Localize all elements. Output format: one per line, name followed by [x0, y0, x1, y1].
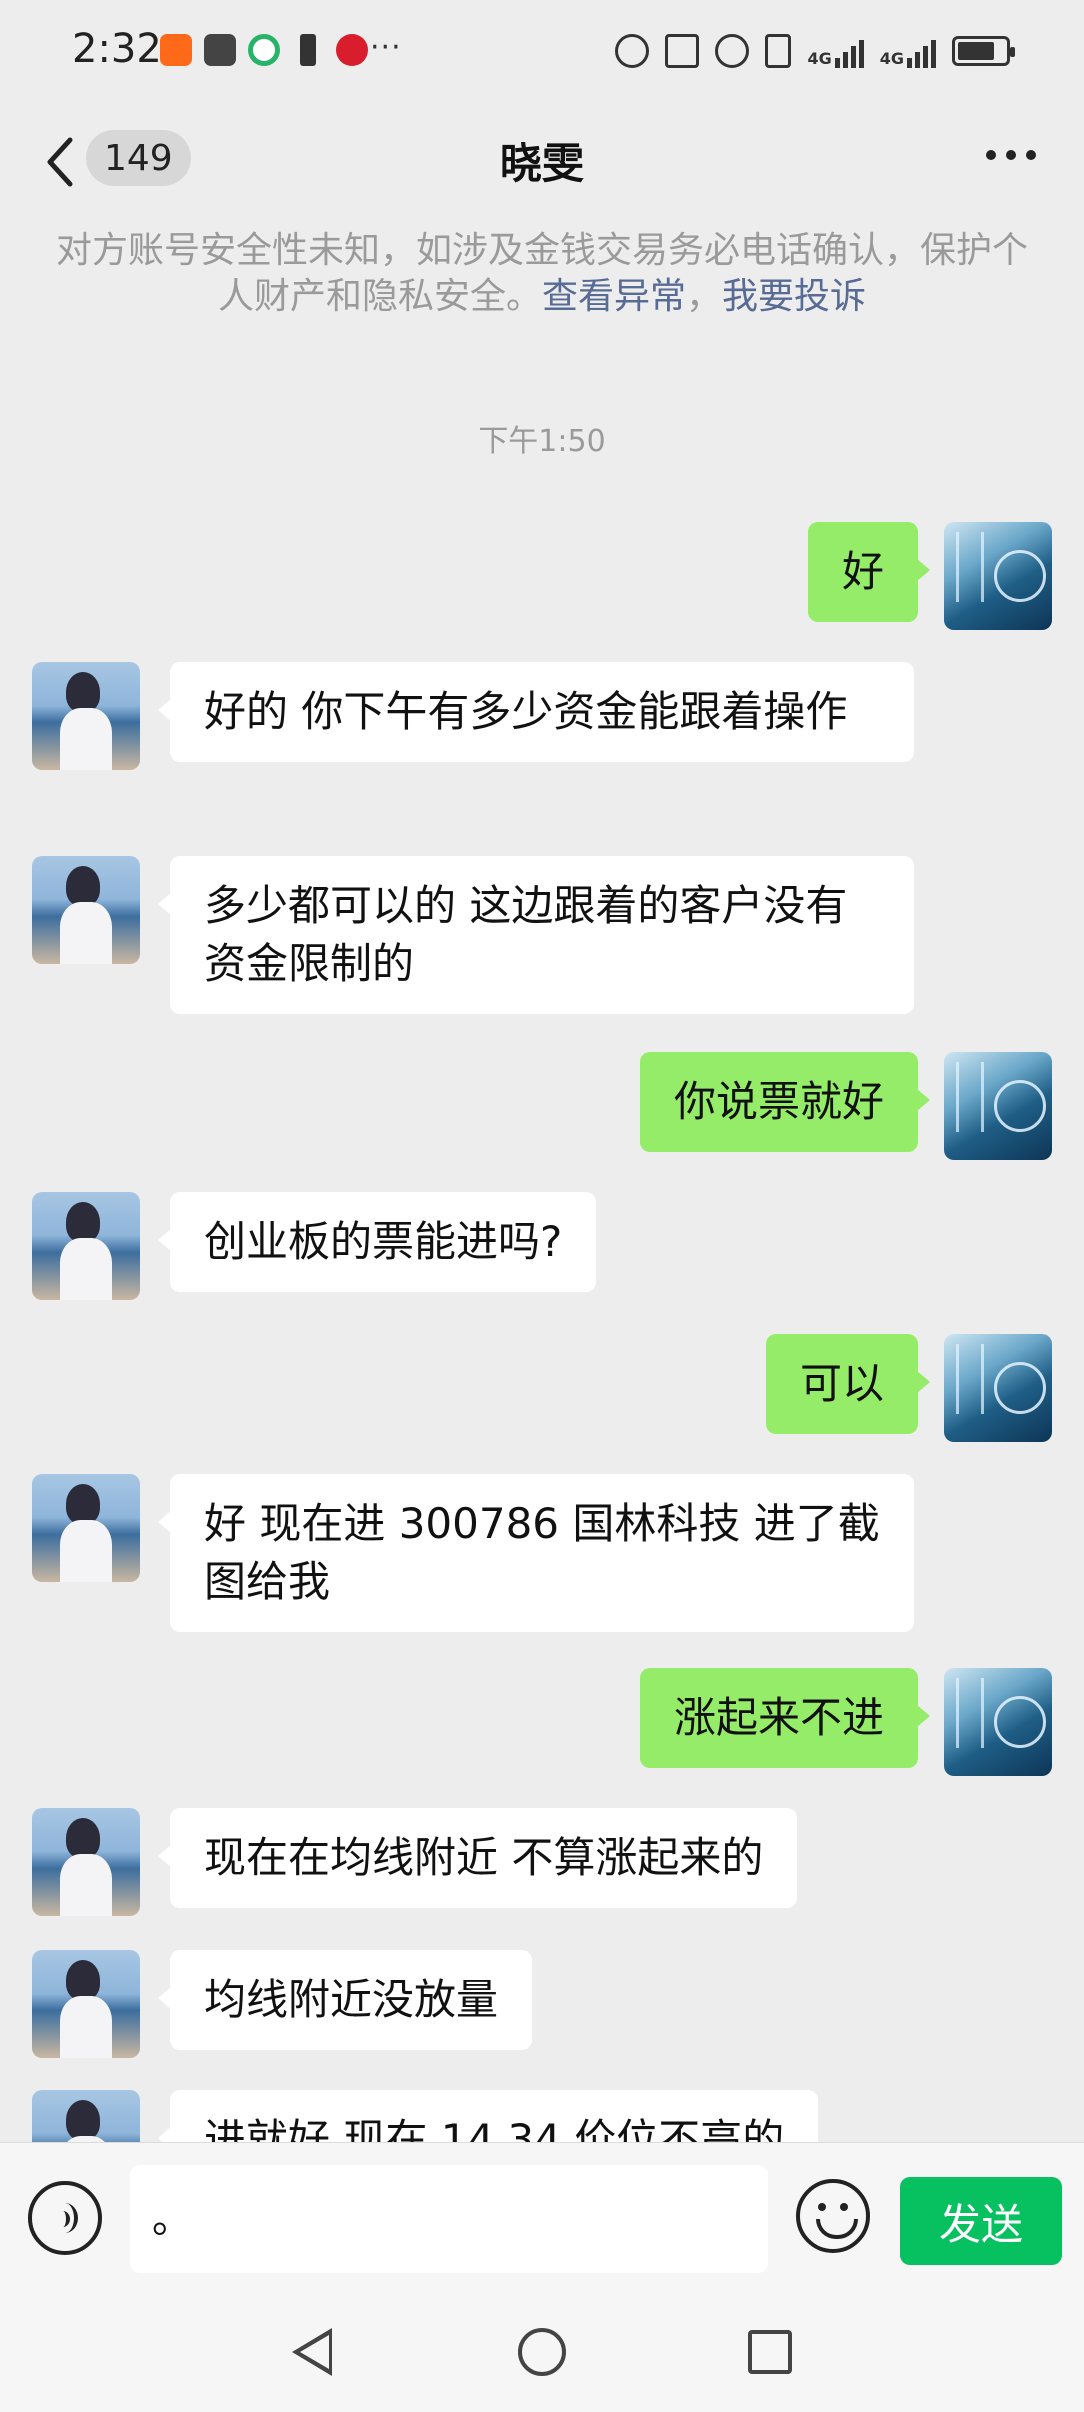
system-recents-icon[interactable] — [748, 2330, 792, 2374]
send-button[interactable]: 发送 — [900, 2177, 1062, 2265]
bank-icon — [336, 34, 368, 66]
system-back-icon[interactable] — [292, 2328, 332, 2376]
app-green-icon — [248, 34, 280, 66]
notice-separator: ， — [686, 276, 723, 317]
incoming-message[interactable]: 多少都可以的 这边跟着的客户没有资金限制的 — [158, 856, 914, 1014]
incoming-message[interactable]: 现在在均线附近 不算涨起来的 — [157, 1808, 798, 1908]
incoming-message[interactable]: 创业板的票能进吗? — [157, 1192, 597, 1292]
chat-title: 晓雯 — [499, 139, 584, 188]
notification-more: ··· — [370, 30, 402, 65]
outgoing-message[interactable]: 好 — [807, 522, 931, 622]
my-avatar[interactable] — [944, 1052, 1052, 1160]
hd-icon — [615, 34, 650, 68]
my-avatar[interactable] — [944, 522, 1052, 630]
chat-header: 149 晓雯 — [0, 104, 1084, 224]
message-input-bar: 。 发送 — [0, 2142, 1084, 2292]
status-time: 2:32 — [72, 26, 162, 72]
status-bar: 2:32 ··· 4G 4G — [0, 0, 1084, 104]
contact-avatar[interactable] — [32, 1808, 140, 1916]
outgoing-message[interactable]: 你说票就好 — [639, 1052, 931, 1152]
system-home-icon[interactable] — [518, 2328, 566, 2376]
view-anomaly-link[interactable]: 查看异常 — [542, 276, 686, 317]
nfc-icon — [665, 34, 700, 68]
voice-input-icon[interactable] — [28, 2181, 102, 2255]
report-complaint-link[interactable]: 我要投诉 — [722, 276, 866, 317]
network-type: 4G — [879, 49, 904, 68]
my-avatar[interactable] — [944, 1334, 1052, 1442]
incoming-message[interactable]: 均线附近没放量 — [157, 1950, 533, 2050]
network-type: 4G — [807, 49, 832, 68]
contact-avatar[interactable] — [32, 1950, 140, 2058]
incoming-message[interactable]: 好的 你下午有多少资金能跟着操作 — [158, 662, 914, 762]
outgoing-message[interactable]: 涨起来不进 — [639, 1668, 931, 1768]
taobao-icon — [160, 34, 192, 66]
system-navigation-bar — [0, 2292, 1084, 2412]
alarm-icon — [715, 34, 750, 68]
outgoing-message[interactable]: 可以 — [765, 1334, 931, 1434]
emoji-icon[interactable] — [796, 2179, 870, 2253]
security-notice: 对方账号安全性未知，如涉及金钱交易务必电话确认，保护个人财产和隐私安全。查看异常… — [40, 228, 1044, 320]
system-icons: 4G 4G — [615, 34, 1015, 68]
battery-small-icon — [300, 34, 316, 66]
contact-avatar[interactable] — [32, 1192, 140, 1300]
message-timestamp: 下午1:50 — [478, 424, 606, 459]
signal-icon: 4G — [807, 34, 864, 68]
incoming-message[interactable]: 好 现在进 300786 国林科技 进了截图给我 — [158, 1474, 914, 1632]
signal-icon: 4G — [880, 34, 936, 68]
vibrate-icon — [765, 34, 792, 68]
mail-icon — [204, 34, 236, 66]
battery-icon — [952, 36, 1015, 66]
contact-avatar[interactable] — [32, 1474, 140, 1582]
contact-avatar[interactable] — [32, 662, 140, 770]
more-options-icon[interactable] — [986, 150, 1036, 160]
notification-icons — [160, 34, 368, 66]
contact-avatar[interactable] — [32, 856, 140, 964]
message-text-field[interactable]: 。 — [130, 2165, 768, 2273]
my-avatar[interactable] — [944, 1668, 1052, 1776]
